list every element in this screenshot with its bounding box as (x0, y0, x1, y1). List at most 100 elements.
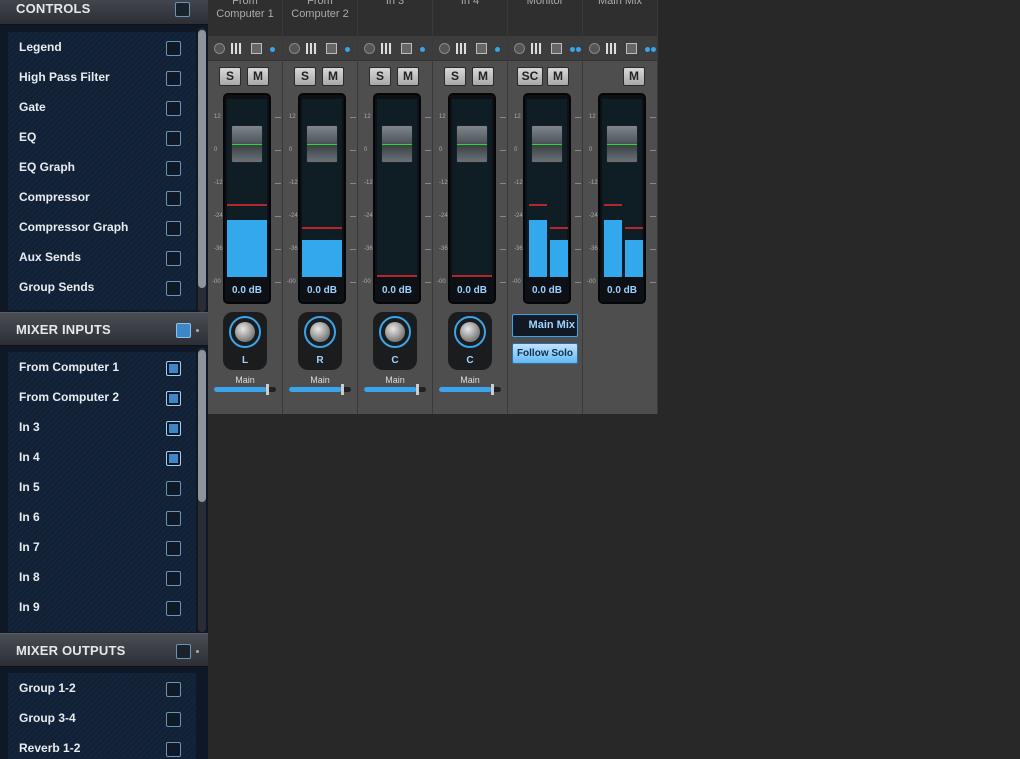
fader-handle[interactable] (456, 125, 488, 163)
matrix-icon[interactable] (306, 43, 317, 54)
pan-knob[interactable] (454, 316, 486, 348)
link-icon[interactable] (364, 43, 375, 54)
list-item-checkbox[interactable] (166, 712, 181, 727)
solo-button[interactable]: S (294, 67, 316, 86)
list-item[interactable]: From Computer 1 (8, 352, 196, 382)
mute-button[interactable]: M (547, 67, 569, 86)
channel-fader[interactable]: 0.0 dB (373, 93, 421, 304)
mixer-inputs-scrollbar[interactable] (198, 348, 206, 632)
monitor-source-select[interactable]: Main Mix (512, 314, 578, 337)
mixer-inputs-toggle[interactable] (176, 323, 191, 338)
list-item[interactable]: Group 1-2 (8, 673, 196, 703)
fader-handle[interactable] (381, 125, 413, 163)
list-item[interactable]: Reverb 1-2 (8, 733, 196, 759)
channel-fader[interactable]: 0.0 dB (523, 93, 571, 304)
list-item-checkbox[interactable] (166, 191, 181, 206)
list-item[interactable]: High Pass Filter (8, 62, 196, 92)
list-item[interactable]: Aux Sends (8, 242, 196, 272)
matrix-icon[interactable] (231, 43, 242, 54)
list-item-checkbox[interactable] (166, 571, 181, 586)
list-item[interactable]: Group 3-4 (8, 703, 196, 733)
list-item-checkbox[interactable] (166, 451, 181, 466)
list-item-checkbox[interactable] (166, 101, 181, 116)
list-item-checkbox[interactable] (166, 361, 181, 376)
send-slider[interactable] (289, 384, 351, 395)
list-item-checkbox[interactable] (166, 161, 181, 176)
pan-knob[interactable] (379, 316, 411, 348)
copy-icon[interactable] (326, 43, 337, 54)
mute-button[interactable]: M (397, 67, 419, 86)
mixer-inputs-scroll-thumb[interactable] (198, 350, 206, 502)
list-item-checkbox[interactable] (166, 541, 181, 556)
channel-fader[interactable]: 0.0 dB (223, 93, 271, 304)
list-item-checkbox[interactable] (166, 221, 181, 236)
send-handle[interactable] (266, 384, 269, 395)
controls-toggle[interactable] (175, 2, 190, 17)
list-item[interactable]: Gate (8, 92, 196, 122)
list-item-checkbox[interactable] (166, 131, 181, 146)
follow-solo-button[interactable]: Follow Solo (512, 343, 578, 364)
solo-button[interactable]: S (444, 67, 466, 86)
fader-handle[interactable] (531, 125, 563, 163)
list-item-checkbox[interactable] (166, 682, 181, 697)
mute-button[interactable]: M (322, 67, 344, 86)
list-item-checkbox[interactable] (166, 71, 181, 86)
send-handle[interactable] (341, 384, 344, 395)
mute-button[interactable]: M (247, 67, 269, 86)
link-icon[interactable] (289, 43, 300, 54)
list-item-checkbox[interactable] (166, 511, 181, 526)
list-item-checkbox[interactable] (166, 601, 181, 616)
list-item[interactable]: Group Sends (8, 272, 196, 302)
list-item[interactable]: Legend (8, 32, 196, 62)
list-item-checkbox[interactable] (166, 421, 181, 436)
list-item[interactable]: In 7 (8, 532, 196, 562)
send-slider[interactable] (439, 384, 501, 395)
list-item-checkbox[interactable] (166, 251, 181, 266)
send-slider[interactable] (214, 384, 276, 395)
pan-knob[interactable] (229, 316, 261, 348)
link-icon[interactable] (439, 43, 450, 54)
matrix-icon[interactable] (606, 43, 617, 54)
copy-icon[interactable] (251, 43, 262, 54)
copy-icon[interactable] (401, 43, 412, 54)
fader-handle[interactable] (231, 125, 263, 163)
link-icon[interactable] (589, 43, 600, 54)
controls-scroll-thumb[interactable] (198, 30, 206, 288)
mute-button[interactable]: M (623, 67, 645, 86)
list-item[interactable]: From Computer 2 (8, 382, 196, 412)
list-item[interactable]: In 6 (8, 502, 196, 532)
solo-button[interactable]: SC (517, 67, 543, 86)
matrix-icon[interactable] (381, 43, 392, 54)
list-item[interactable]: In 4 (8, 442, 196, 472)
list-item[interactable]: In 3 (8, 412, 196, 442)
list-item[interactable]: In 9 (8, 592, 196, 622)
list-item[interactable]: In 5 (8, 472, 196, 502)
solo-button[interactable]: S (219, 67, 241, 86)
controls-scrollbar[interactable] (198, 28, 206, 312)
send-handle[interactable] (491, 384, 494, 395)
list-item[interactable]: EQ Graph (8, 152, 196, 182)
send-handle[interactable] (416, 384, 419, 395)
list-item-checkbox[interactable] (166, 41, 181, 56)
copy-icon[interactable] (476, 43, 487, 54)
list-item-checkbox[interactable] (166, 281, 181, 296)
channel-fader[interactable]: 0.0 dB (448, 93, 496, 304)
mute-button[interactable]: M (472, 67, 494, 86)
list-item-checkbox[interactable] (166, 481, 181, 496)
matrix-icon[interactable] (531, 43, 542, 54)
link-icon[interactable] (214, 43, 225, 54)
list-item[interactable]: EQ (8, 122, 196, 152)
list-item[interactable]: Compressor Graph (8, 212, 196, 242)
pan-knob[interactable] (304, 316, 336, 348)
matrix-icon[interactable] (456, 43, 467, 54)
channel-fader[interactable]: 0.0 dB (598, 93, 646, 304)
solo-button[interactable]: S (369, 67, 391, 86)
link-icon[interactable] (514, 43, 525, 54)
list-item[interactable]: In 8 (8, 562, 196, 592)
fader-handle[interactable] (306, 125, 338, 163)
channel-fader[interactable]: 0.0 dB (298, 93, 346, 304)
list-item[interactable]: Compressor (8, 182, 196, 212)
fader-handle[interactable] (606, 125, 638, 163)
list-item-checkbox[interactable] (166, 391, 181, 406)
copy-icon[interactable] (626, 43, 637, 54)
